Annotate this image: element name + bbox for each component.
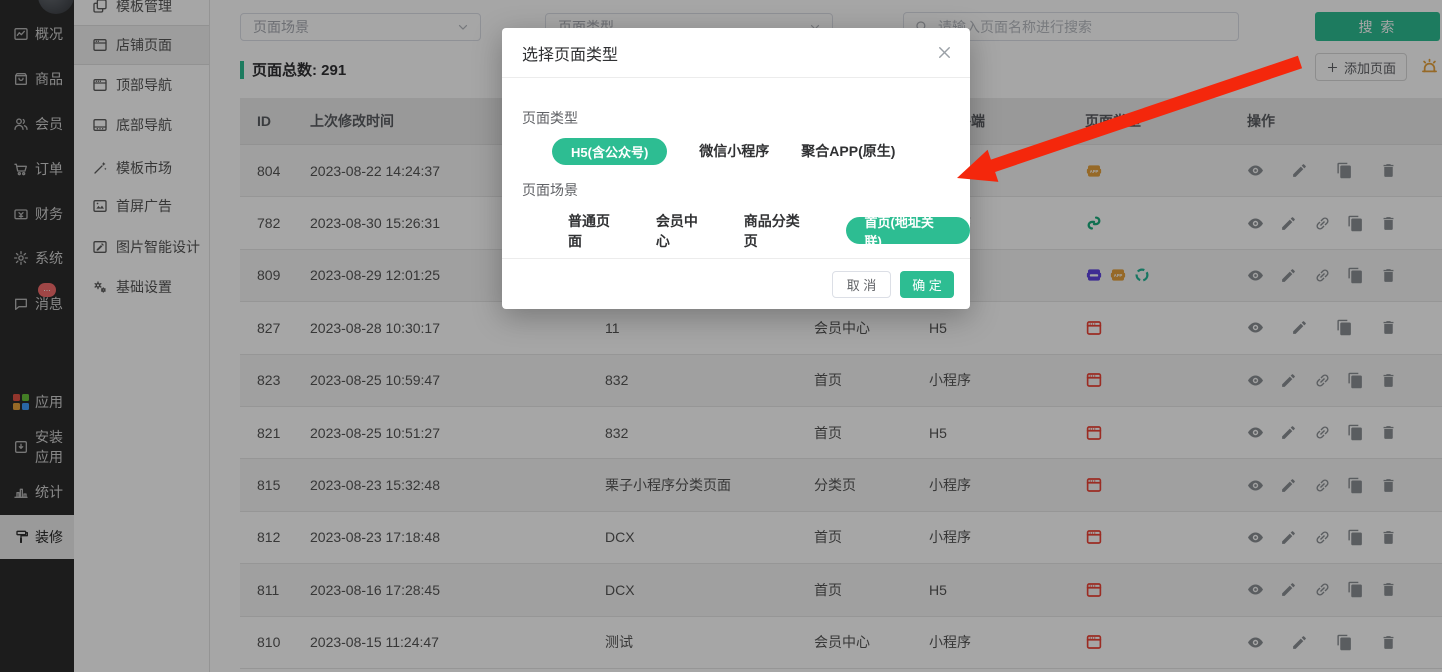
dialog-option-row: H5(含公众号) 微信小程序 聚合APP(原生) — [552, 138, 895, 165]
dialog-footer: 取 消 确 定 — [502, 258, 970, 309]
dialog-header: 选择页面类型 — [502, 28, 970, 78]
close-icon[interactable] — [935, 43, 954, 62]
modal-option-selected[interactable]: 首页(地址关联) — [846, 217, 970, 244]
modal-option[interactable]: 微信小程序 — [699, 141, 769, 161]
dialog-section-label: 页面场景 — [522, 180, 578, 200]
cancel-button[interactable]: 取 消 — [832, 271, 891, 298]
dialog-option-row: 普通页面会员中心商品分类页 首页(地址关联) — [568, 211, 970, 251]
modal-option[interactable]: 商品分类页 — [744, 211, 814, 251]
dialog-section-label: 页面类型 — [522, 108, 578, 128]
modal-option[interactable]: 会员中心 — [656, 211, 712, 251]
confirm-button[interactable]: 确 定 — [900, 271, 954, 298]
modal-option[interactable]: 聚合APP(原生) — [801, 141, 895, 161]
modal-option[interactable]: 普通页面 — [568, 211, 624, 251]
page-type-dialog: 选择页面类型 页面类型 H5(含公众号) 微信小程序 聚合APP(原生) 页面场景普通页… — [502, 28, 970, 309]
dialog-title: 选择页面类型 — [522, 41, 618, 65]
modal-option-selected[interactable]: H5(含公众号) — [552, 138, 667, 165]
